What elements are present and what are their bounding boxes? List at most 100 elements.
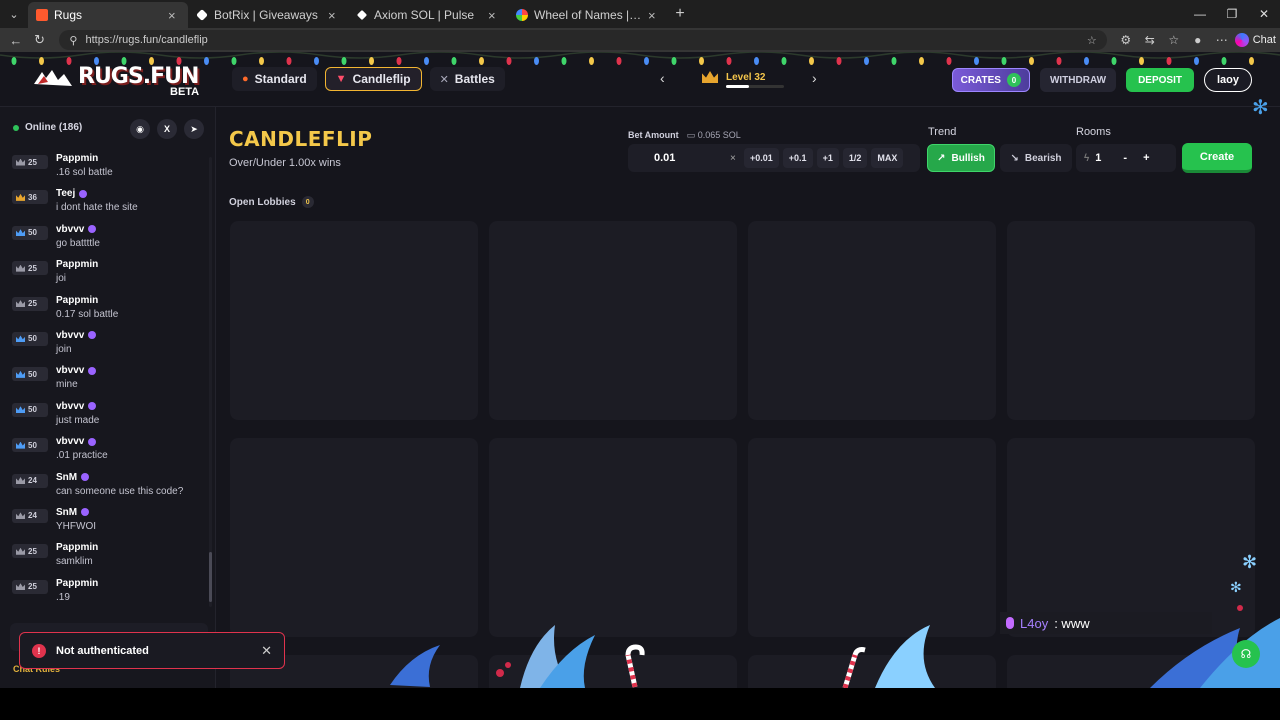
- bet-chip-plus-1[interactable]: +1: [816, 148, 839, 168]
- bet-chip-plus-01[interactable]: +0.1: [782, 148, 813, 168]
- close-toast-icon[interactable]: ✕: [261, 643, 272, 659]
- browser-tab-rugs[interactable]: Rugs ×: [28, 2, 188, 28]
- chat-text: mine: [56, 379, 78, 391]
- flame-icon: ●: [242, 73, 249, 85]
- close-window-icon[interactable]: ✕: [1248, 0, 1280, 28]
- extension-icons: ⚙ ⇆ ☆ ● ⋯: [1117, 33, 1231, 47]
- reload-icon[interactable]: ↻: [28, 32, 52, 48]
- extension-icon[interactable]: ⚙: [1117, 33, 1135, 47]
- level-number: 24: [28, 476, 37, 486]
- rugs-fun-logo[interactable]: RUGS.FUN BETA: [30, 62, 200, 100]
- profile-avatar-icon[interactable]: ●: [1189, 33, 1207, 47]
- browser-tab-axiom[interactable]: Axiom SOL | Pulse ×: [348, 2, 508, 28]
- chevron-left-icon[interactable]: ‹: [660, 70, 665, 86]
- chat-text: YHFWOI: [56, 520, 96, 532]
- chat-scrollbar[interactable]: [209, 157, 212, 607]
- rooms-increment-button[interactable]: +: [1143, 152, 1149, 164]
- username-text: Pappmin: [56, 294, 99, 306]
- level-badge: 50: [12, 331, 48, 346]
- favorites-icon[interactable]: ☆: [1165, 33, 1183, 47]
- split-screen-icon[interactable]: ⇆: [1141, 33, 1159, 47]
- user-menu-button[interactable]: laoy: [1203, 68, 1252, 92]
- bearish-button[interactable]: ↘ Bearish: [1000, 144, 1072, 172]
- withdraw-button[interactable]: WITHDRAW: [1039, 68, 1117, 92]
- chat-username[interactable]: SnM: [56, 507, 96, 518]
- chat-username[interactable]: vbvvv: [56, 401, 99, 412]
- nav-tab-battles[interactable]: ✕ Battles: [429, 67, 505, 91]
- bullish-label: Bullish: [951, 152, 985, 164]
- x-twitter-icon[interactable]: X: [157, 119, 177, 139]
- chat-username[interactable]: Pappmin: [56, 542, 98, 553]
- crates-button[interactable]: CRATES 0: [951, 68, 1030, 92]
- chat-username[interactable]: vbvvv: [56, 330, 97, 341]
- browser-tab-wheel[interactable]: Wheel of Names | Random name ×: [508, 2, 668, 28]
- chat-username[interactable]: Pappmin: [56, 295, 118, 306]
- verified-icon: [88, 225, 97, 234]
- bet-chip-max[interactable]: MAX: [871, 148, 904, 168]
- chat-username[interactable]: Pappmin: [56, 259, 98, 270]
- close-tab-icon[interactable]: ×: [488, 8, 500, 23]
- online-label: Online (186): [25, 122, 83, 133]
- verified-icon: [88, 402, 97, 411]
- crown-icon: [16, 512, 25, 520]
- support-chat-button[interactable]: ☊: [1232, 640, 1260, 668]
- chat-message: 36 Teej i dont hate the site: [12, 188, 202, 223]
- chat-username[interactable]: Pappmin: [56, 578, 98, 589]
- crown-icon: [16, 193, 25, 201]
- light-bulb: [1249, 57, 1254, 65]
- more-menu-icon[interactable]: ⋯: [1213, 33, 1231, 47]
- rooms-value[interactable]: 1: [1095, 152, 1101, 164]
- level-badge: 50: [12, 225, 48, 240]
- bet-chip-half[interactable]: 1/2: [842, 148, 868, 168]
- discord-icon[interactable]: ◉: [130, 119, 150, 139]
- candle-icon: ▼: [335, 73, 347, 85]
- bookmark-star-icon[interactable]: ☆: [1087, 34, 1097, 47]
- chat-username[interactable]: SnM: [56, 472, 183, 483]
- light-bulb: [946, 57, 952, 65]
- site-info-icon[interactable]: ⚲: [69, 34, 77, 47]
- close-tab-icon[interactable]: ×: [328, 8, 340, 23]
- chat-username[interactable]: vbvvv: [56, 224, 100, 235]
- bet-chip-plus-001[interactable]: +0.01: [744, 148, 779, 168]
- close-tab-icon[interactable]: ×: [168, 8, 180, 23]
- chat-label: Chat: [1252, 34, 1276, 46]
- light-bulb: [754, 57, 759, 65]
- copilot-chat-button[interactable]: Chat: [1234, 33, 1276, 47]
- light-bulb: [1029, 57, 1034, 65]
- headset-icon: ☊: [1240, 647, 1252, 661]
- telegram-icon[interactable]: ➤: [184, 119, 204, 139]
- username-text: vbvvv: [56, 436, 85, 448]
- open-lobbies-header: Open Lobbies 0: [229, 196, 314, 208]
- rooms-decrement-button[interactable]: -: [1123, 152, 1127, 164]
- minimize-icon[interactable]: —: [1184, 0, 1216, 28]
- level-number: 25: [28, 263, 37, 273]
- nav-tab-standard[interactable]: ● Standard: [232, 67, 317, 91]
- bullish-button[interactable]: ↗ Bullish: [927, 144, 995, 172]
- clear-bet-icon[interactable]: ×: [730, 153, 740, 164]
- light-bulb: [286, 57, 292, 65]
- bet-amount-input[interactable]: 0.01: [634, 152, 726, 164]
- light-bulb: [396, 57, 402, 65]
- browser-tab-botrix[interactable]: BotRix | Giveaways ×: [188, 2, 348, 28]
- chat-username[interactable]: Pappmin: [56, 153, 113, 164]
- light-bulb: [726, 57, 732, 65]
- toast-message: Not authenticated: [56, 644, 149, 657]
- chat-username[interactable]: Teej: [56, 188, 138, 199]
- back-icon[interactable]: ←: [4, 33, 28, 48]
- balance-readout: ▭ 0.065 SOL: [686, 130, 741, 140]
- nav-tab-candleflip[interactable]: ▼ Candleflip: [324, 67, 422, 91]
- maximize-icon[interactable]: ❐: [1216, 0, 1248, 28]
- new-tab-icon[interactable]: +: [668, 5, 692, 23]
- url-input[interactable]: ⚲ https://rugs.fun/candleflip ☆: [59, 30, 1107, 50]
- url-text: https://rugs.fun/candleflip: [85, 34, 208, 46]
- chat-username[interactable]: vbvvv: [56, 436, 108, 447]
- chat-username[interactable]: vbvvv: [56, 365, 97, 376]
- close-tab-icon[interactable]: ×: [648, 8, 660, 23]
- chevron-right-icon[interactable]: ›: [812, 70, 817, 86]
- chat-text: 0.17 sol battle: [56, 308, 119, 320]
- deposit-button[interactable]: DEPOSIT: [1126, 68, 1194, 92]
- create-button[interactable]: Create: [1182, 143, 1252, 173]
- username-text: SnM: [56, 506, 78, 518]
- lobby-card-placeholder: [748, 655, 996, 688]
- tab-search-icon[interactable]: ⌄: [0, 0, 28, 28]
